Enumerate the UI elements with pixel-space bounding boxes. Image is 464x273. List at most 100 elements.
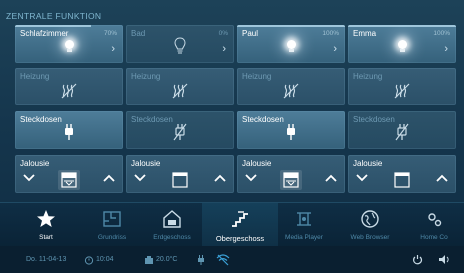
network-warning-icon[interactable] — [216, 253, 230, 266]
chevron-right-icon[interactable]: › — [111, 43, 115, 55]
status-time: 10:04 — [96, 256, 114, 263]
tile-label: Jalousie — [242, 159, 272, 168]
light-tile-bad[interactable]: Bad 0% › — [126, 25, 234, 63]
globe-icon — [361, 210, 379, 228]
blind-closed-icon[interactable] — [61, 172, 77, 188]
heating-icon — [283, 83, 299, 99]
light-tile-schlafzimmer[interactable]: Schlafzimmer 70% › — [15, 25, 123, 63]
nav-grundriss[interactable]: Grundriss — [80, 203, 144, 247]
dim-percent: 0% — [218, 30, 228, 37]
tile-label: Jalousie — [131, 159, 161, 168]
stairs-icon — [232, 211, 248, 227]
dim-percent: 100% — [433, 30, 450, 37]
plug-off-icon — [173, 123, 187, 141]
tile-label: Steckdosen — [131, 115, 173, 124]
heating-icon — [394, 83, 410, 99]
star-icon — [37, 210, 55, 227]
dim-level-bar — [348, 25, 456, 27]
tile-label: Steckdosen — [353, 115, 395, 124]
chevron-up-icon[interactable] — [436, 174, 448, 182]
heating-tile-3[interactable]: Heizung — [237, 68, 345, 105]
tile-label: Jalousie — [20, 159, 50, 168]
blind-tile-1: Jalousie — [15, 155, 123, 193]
building-icon — [145, 256, 153, 264]
tile-label: Schlafzimmer — [20, 29, 69, 38]
chevron-down-icon[interactable] — [356, 174, 368, 182]
house-icon — [163, 210, 181, 228]
blind-tile-2: Jalousie — [126, 155, 234, 193]
nav-media-player[interactable]: Media Player — [272, 203, 336, 247]
nav-label: Obergeschoss — [215, 234, 265, 243]
plug-on-icon — [287, 124, 295, 140]
bulb-on-icon — [286, 40, 296, 52]
chevron-right-icon[interactable]: › — [444, 43, 448, 55]
heating-icon — [61, 83, 77, 99]
socket-tile-2[interactable]: Steckdosen — [126, 111, 234, 149]
plug-icon — [198, 255, 204, 265]
section-title: ZENTRALE FUNKTION — [6, 11, 102, 21]
tile-label: Heizung — [242, 72, 272, 81]
status-date: Do. 11-04-13 — [26, 256, 67, 263]
blind-open-icon[interactable] — [172, 172, 188, 188]
nav-label: Web Browser — [350, 234, 390, 241]
nav-web-browser[interactable]: Web Browser — [338, 203, 402, 247]
chevron-up-icon[interactable] — [103, 174, 115, 182]
blind-closed-icon[interactable] — [283, 172, 299, 188]
blind-open-icon[interactable] — [394, 172, 410, 188]
nav-label: Grundriss — [97, 234, 127, 241]
chevron-down-icon[interactable] — [245, 174, 257, 182]
status-temperature: 20.0°C — [156, 256, 178, 263]
plug-off-icon — [395, 123, 409, 141]
chevron-right-icon[interactable]: › — [222, 43, 226, 55]
floorplan-icon — [103, 211, 121, 227]
light-tile-paul[interactable]: Paul 100% › — [237, 25, 345, 63]
bulb-on-icon — [64, 40, 74, 52]
nav-label: Start — [39, 234, 53, 241]
power-icon[interactable] — [412, 254, 423, 265]
bulb-off-icon — [174, 37, 186, 54]
nav-erdgeschoss[interactable]: Erdgeschoss — [140, 203, 204, 247]
tile-label: Emma — [353, 29, 377, 38]
nav-label: Erdgeschoss — [153, 234, 191, 241]
dim-level-bar — [237, 25, 345, 27]
blind-tile-3: Jalousie — [237, 155, 345, 193]
tile-label: Bad — [131, 29, 146, 38]
tile-label: Paul — [242, 29, 259, 38]
socket-tile-4[interactable]: Steckdosen — [348, 111, 456, 149]
chevron-up-icon[interactable] — [214, 174, 226, 182]
bottom-navigation: Start Grundriss Erdgeschoss Obergeschoss — [0, 202, 464, 247]
chevron-down-icon[interactable] — [23, 174, 35, 182]
media-player-icon — [297, 212, 311, 226]
function-grid: Schlafzimmer 70% › Bad 0% › Paul 100% › … — [15, 25, 457, 199]
plug-on-icon — [65, 124, 73, 140]
heating-icon — [172, 83, 188, 99]
alarm-clock-icon — [84, 256, 94, 265]
tile-label: Heizung — [20, 72, 50, 81]
heating-tile-2[interactable]: Heizung — [126, 68, 234, 105]
tile-label: Jalousie — [353, 159, 383, 168]
speaker-icon[interactable] — [438, 254, 451, 265]
heating-tile-1[interactable]: Heizung — [15, 68, 123, 105]
tile-label: Steckdosen — [242, 115, 284, 124]
blind-tile-4: Jalousie — [348, 155, 456, 193]
nav-obergeschoss[interactable]: Obergeschoss — [202, 203, 278, 247]
tile-label: Steckdosen — [20, 115, 62, 124]
nav-start[interactable]: Start — [14, 203, 78, 247]
nav-label: Home Co — [420, 234, 448, 241]
home-control-icon — [428, 213, 442, 227]
nav-home-control[interactable]: Home Co — [404, 203, 464, 247]
socket-tile-1[interactable]: Steckdosen — [15, 111, 123, 149]
dim-percent: 70% — [103, 30, 117, 37]
chevron-up-icon[interactable] — [325, 174, 337, 182]
socket-tile-3[interactable]: Steckdosen — [237, 111, 345, 149]
dim-level-bar — [15, 25, 91, 27]
tile-label: Heizung — [353, 72, 383, 81]
dim-percent: 100% — [322, 30, 339, 37]
bulb-on-icon — [397, 40, 407, 52]
light-tile-emma[interactable]: Emma 100% › — [348, 25, 456, 63]
chevron-down-icon[interactable] — [134, 174, 146, 182]
screen: { "section": { "title": "ZENTRALE FUNKTI… — [0, 0, 464, 273]
status-bar: Do. 11-04-13 10:04 20.0°C — [0, 246, 464, 273]
chevron-right-icon[interactable]: › — [333, 43, 337, 55]
heating-tile-4[interactable]: Heizung — [348, 68, 456, 105]
